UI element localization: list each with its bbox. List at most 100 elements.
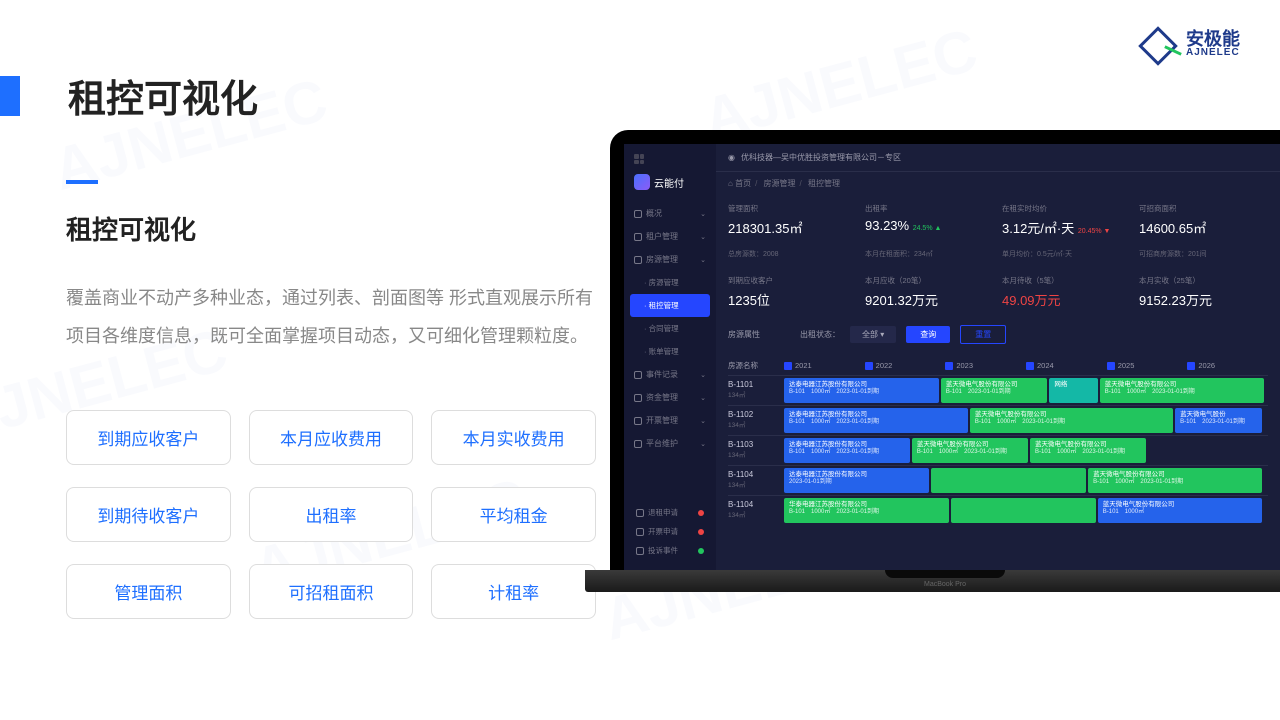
reset-button[interactable]: 重置: [960, 325, 1006, 344]
topbar: ◉ 优科技器—吴中优胜投资管理有限公司－专区: [716, 144, 1280, 172]
gantt-bar[interactable]: 蓝天微电气股份有限公司B-101 1000㎡: [1098, 498, 1263, 523]
nav-item[interactable]: 概况⌄: [630, 202, 710, 225]
gantt-bar[interactable]: 蓝天微电气股份有限公司B-101 1000㎡ 2023-01-01到期: [912, 438, 1028, 463]
stat-card: 本月实收（25笔）9152.23万元: [1139, 275, 1268, 309]
laptop-mockup: 云能付 概况⌄租户管理⌄房源管理⌄· 房源管理· 租控管理· 合同管理· 账单管…: [610, 130, 1280, 630]
nav-item[interactable]: 资金管理⌄: [630, 386, 710, 409]
nav-item[interactable]: · 合同管理: [630, 317, 710, 340]
main-content: ◉ 优科技器—吴中优胜投资管理有限公司－专区 ⌂ 首页/ 房源管理/ 租控管理 …: [716, 144, 1280, 570]
subtitle: 租控可视化: [66, 210, 196, 247]
filter-bar: 房源属性 出租状态： 全部 ▾ 查询 重置: [716, 317, 1280, 352]
gantt-bar[interactable]: 蓝天微电气股份有限公司B-101 1000㎡ 2023-01-01到期: [1030, 438, 1146, 463]
gantt-row: B-1103134㎡达泰电器江苏股份有限公司B-101 1000㎡ 2023-0…: [728, 435, 1268, 465]
feature-tag[interactable]: 计租率: [431, 564, 596, 619]
gantt-bar[interactable]: 蓝天微电气股份B-101 2023-01-01到期: [1175, 408, 1262, 433]
year-header[interactable]: 2023: [945, 360, 1026, 371]
laptop-base: MacBook Pro: [585, 570, 1280, 592]
org-name: 优科技器—吴中优胜投资管理有限公司－专区: [741, 152, 901, 163]
feature-tag[interactable]: 出租率: [249, 487, 414, 542]
brand-icon: [634, 174, 650, 190]
gantt-bar[interactable]: 蓝天微电气股份有限公司B-101 1000㎡ 2023-01-01到期: [1088, 468, 1262, 493]
accent-block: [0, 76, 20, 116]
logo-cn: 安极能: [1186, 30, 1240, 48]
gantt-bar[interactable]: 蓝天微电气股份有限公司B-101 1000㎡ 2023-01-01到期: [1100, 378, 1265, 403]
room-cell[interactable]: B-1102134㎡: [728, 406, 784, 435]
gantt-row: B-1104134㎡达泰电器江苏股份有限公司2023-01-01到期 蓝天微电气股…: [728, 465, 1268, 495]
state-label: 出租状态：: [800, 329, 840, 340]
sidebar: 云能付 概况⌄租户管理⌄房源管理⌄· 房源管理· 租控管理· 合同管理· 账单管…: [624, 144, 716, 570]
gantt-header: 房源名称 2021 2022 2023 2024 2025 2026: [728, 356, 1268, 375]
feature-tag[interactable]: 管理面积: [66, 564, 231, 619]
gantt-bar[interactable]: 达泰电器江苏股份有限公司2023-01-01到期: [784, 468, 929, 493]
gantt-chart: 房源名称 2021 2022 2023 2024 2025 2026 B-110…: [716, 352, 1280, 570]
stat-card: 可招商面积14600.65㎡: [1139, 203, 1268, 237]
room-cell[interactable]: B-1101134㎡: [728, 376, 784, 405]
room-header: 房源名称: [728, 360, 784, 371]
year-header[interactable]: 2025: [1107, 360, 1188, 371]
gantt-row: B-1104134㎡华泰电器江苏股份有限公司B-101 1000㎡ 2023-0…: [728, 495, 1268, 525]
gantt-bar[interactable]: [951, 498, 1096, 523]
feature-tag[interactable]: 可招租面积: [249, 564, 414, 619]
accent-line: [66, 180, 98, 184]
sidebar-alert[interactable]: 开票申请: [634, 522, 706, 541]
nav-item[interactable]: · 租控管理: [630, 294, 710, 317]
feature-tag[interactable]: 本月实收费用: [431, 410, 596, 465]
grid-icon[interactable]: [634, 154, 644, 164]
home-icon[interactable]: ⌂: [728, 179, 733, 188]
stat-card: 在租实时均价3.12元/㎡·天 20.45% ▼: [1002, 203, 1131, 237]
year-header[interactable]: 2026: [1187, 360, 1268, 371]
gantt-bar[interactable]: 华泰电器江苏股份有限公司B-101 1000㎡ 2023-01-01到期: [784, 498, 949, 523]
laptop-notch: [885, 570, 1005, 578]
feature-tag[interactable]: 到期应收客户: [66, 410, 231, 465]
search-button[interactable]: 查询: [906, 326, 950, 343]
room-cell[interactable]: B-1104134㎡: [728, 496, 784, 525]
year-header[interactable]: 2024: [1026, 360, 1107, 371]
gantt-bar[interactable]: [931, 468, 1086, 493]
feature-tag[interactable]: 本月应收费用: [249, 410, 414, 465]
year-header[interactable]: 2022: [865, 360, 946, 371]
gantt-row: B-1102134㎡达泰电器江苏股份有限公司B-101 1000㎡ 2023-0…: [728, 405, 1268, 435]
nav-item[interactable]: · 账单管理: [630, 340, 710, 363]
gantt-bar[interactable]: 蓝天微电气股份有限公司B-101 1000㎡ 2023-01-01到期: [970, 408, 1173, 433]
feature-tag[interactable]: 到期待收客户: [66, 487, 231, 542]
nav-item[interactable]: 平台维护⌄: [630, 432, 710, 455]
screen-frame: 云能付 概况⌄租户管理⌄房源管理⌄· 房源管理· 租控管理· 合同管理· 账单管…: [610, 130, 1280, 570]
app-screen: 云能付 概况⌄租户管理⌄房源管理⌄· 房源管理· 租控管理· 合同管理· 账单管…: [624, 144, 1280, 570]
page-title: 租控可视化: [68, 68, 258, 123]
feature-tag[interactable]: 平均租金: [431, 487, 596, 542]
feature-tags: 到期应收客户本月应收费用本月实收费用到期待收客户出租率平均租金管理面积可招租面积…: [66, 410, 596, 619]
filter-label: 房源属性: [728, 329, 760, 340]
stat-card: 本月应收（20笔）9201.32万元: [865, 275, 994, 309]
laptop-model: MacBook Pro: [924, 581, 966, 588]
room-cell[interactable]: B-1104134㎡: [728, 466, 784, 495]
title-bar: 租控可视化: [0, 68, 258, 123]
stat-card: 到期应收客户1235位: [728, 275, 857, 309]
nav-item[interactable]: 租户管理⌄: [630, 225, 710, 248]
nav-item[interactable]: · 房源管理: [630, 271, 710, 294]
stat-card: 管理面积218301.35㎡: [728, 203, 857, 237]
gantt-bar[interactable]: 达泰电器江苏股份有限公司B-101 1000㎡ 2023-01-01到期: [784, 378, 939, 403]
description: 覆盖商业不动产多种业态，通过列表、剖面图等 形式直观展示所有项目各维度信息，既可…: [66, 280, 596, 356]
nav-item[interactable]: 房源管理⌄: [630, 248, 710, 271]
app-brand: 云能付: [630, 168, 710, 202]
gantt-bar[interactable]: 蓝天微电气股份有限公司B-101 2023-01-01到期: [941, 378, 1047, 403]
gantt-row: B-1101134㎡达泰电器江苏股份有限公司B-101 1000㎡ 2023-0…: [728, 375, 1268, 405]
breadcrumb: ⌂ 首页/ 房源管理/ 租控管理: [716, 172, 1280, 195]
state-select[interactable]: 全部 ▾: [850, 326, 896, 343]
stat-card: 本月待收（5笔）49.09万元: [1002, 275, 1131, 309]
stat-subrow: 总房源数：2008本月在租面积：234㎡单月均价：0.5元/㎡·天可招商房源数：…: [716, 245, 1280, 267]
sidebar-alert[interactable]: 投诉事件: [634, 541, 706, 560]
nav-item[interactable]: 事件记录⌄: [630, 363, 710, 386]
nav-item[interactable]: 开票管理⌄: [630, 409, 710, 432]
room-cell[interactable]: B-1103134㎡: [728, 436, 784, 465]
gantt-bar[interactable]: 达泰电器江苏股份有限公司B-101 1000㎡ 2023-01-01到期: [784, 438, 910, 463]
gantt-bar[interactable]: 网络: [1049, 378, 1097, 403]
logo-icon: [1142, 30, 1180, 58]
logo-en: AJNELEC: [1186, 48, 1240, 58]
gantt-bar[interactable]: 达泰电器江苏股份有限公司B-101 1000㎡ 2023-01-01到期: [784, 408, 968, 433]
sidebar-alert[interactable]: 退租申请: [634, 503, 706, 522]
year-header[interactable]: 2021: [784, 360, 865, 371]
stat-card: 出租率93.23% 24.5% ▲: [865, 203, 994, 237]
brand-logo: 安极能 AJNELEC: [1142, 30, 1240, 58]
brand-text: 云能付: [654, 175, 684, 190]
